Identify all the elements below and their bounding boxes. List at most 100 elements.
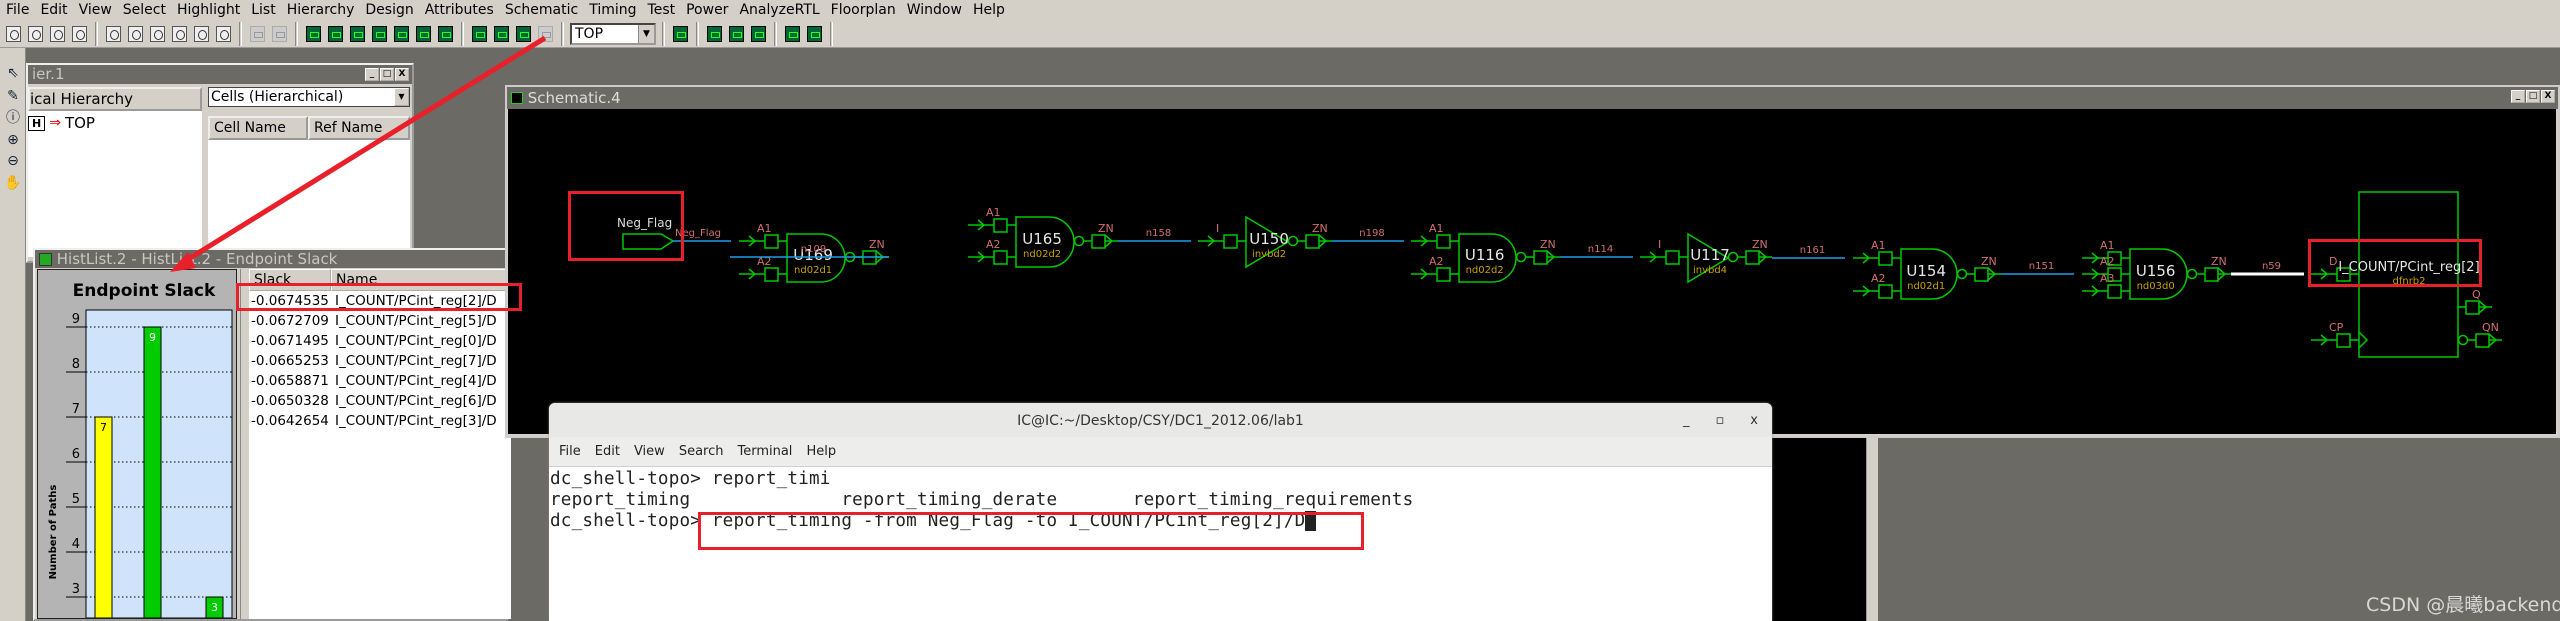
pin-box[interactable]: [764, 234, 779, 249]
zoom-box-icon[interactable]: [192, 24, 211, 44]
menu-list[interactable]: List: [245, 2, 280, 18]
hand-zoom-icon[interactable]: [170, 24, 189, 44]
pin-box[interactable]: [2475, 333, 2490, 348]
table-row[interactable]: -0.0650328 I_COUNT/PCint_reg[6]/D: [249, 391, 511, 411]
pin-box[interactable]: [1745, 250, 1760, 265]
properties-icon[interactable]: [70, 24, 89, 44]
maximize-button[interactable]: ▫: [1715, 403, 1724, 439]
table-row[interactable]: -0.0642654 I_COUNT/PCint_reg[3]/D: [249, 411, 511, 431]
select-box-icon[interactable]: [214, 24, 233, 44]
pin-box[interactable]: [1091, 234, 1106, 249]
table-row[interactable]: -0.0665253 I_COUNT/PCint_reg[7]/D: [249, 351, 511, 371]
schematic-fanin-icon[interactable]: [392, 24, 411, 44]
terminal-menu-help[interactable]: Help: [806, 437, 836, 466]
histlist-title-bar[interactable]: HistList.2 - HistList.2 - Endpoint Slack: [35, 250, 506, 268]
schematic-path-icon[interactable]: [370, 24, 389, 44]
pin-box[interactable]: [1436, 267, 1451, 282]
terminal-menu-edit[interactable]: Edit: [595, 437, 620, 466]
zoom-out-icon[interactable]: ⊖: [4, 152, 22, 170]
menu-timing[interactable]: Timing: [583, 2, 641, 18]
move-down-icon[interactable]: [248, 24, 267, 44]
cells-dropdown[interactable]: Cells (Hierarchical) ▼: [208, 87, 410, 107]
menu-power[interactable]: Power: [680, 2, 733, 18]
menu-floorplan[interactable]: Floorplan: [825, 2, 901, 18]
print-icon[interactable]: [48, 24, 67, 44]
endpoint-slack-histogram-icon[interactable]: [470, 24, 489, 44]
maximize-button[interactable]: □: [380, 68, 394, 81]
terminal-menu-terminal[interactable]: Terminal: [737, 437, 792, 466]
move-up-icon[interactable]: [270, 24, 289, 44]
terminal-menu-search[interactable]: Search: [679, 437, 724, 466]
pin-box[interactable]: [2204, 267, 2219, 282]
pin-box[interactable]: [2107, 284, 2122, 299]
new-schematic-icon[interactable]: [304, 24, 323, 44]
pin-box[interactable]: [993, 250, 1008, 265]
tree-header[interactable]: ical Hierarchy: [28, 87, 202, 111]
zoom-half-icon[interactable]: [148, 24, 167, 44]
pin-box[interactable]: [1878, 251, 1893, 266]
open-folder-icon[interactable]: [4, 24, 23, 44]
schematic-fan-icon[interactable]: [436, 24, 455, 44]
pin-box[interactable]: [1974, 267, 1989, 282]
menu-window[interactable]: Window: [901, 2, 967, 18]
pin-box[interactable]: [1305, 234, 1320, 249]
background-scrollbar[interactable]: [1866, 438, 1878, 621]
menu-schematic[interactable]: Schematic: [499, 2, 583, 18]
disabled-histogram-icon[interactable]: [536, 24, 555, 44]
timing-view-icon[interactable]: [727, 24, 746, 44]
menu-hierarchy[interactable]: Hierarchy: [281, 2, 360, 18]
pin-box[interactable]: [1223, 234, 1238, 249]
pin-box[interactable]: [1665, 250, 1680, 265]
column-header-cell-name[interactable]: Cell Name: [208, 116, 308, 140]
histogram-bar[interactable]: [94, 416, 113, 618]
zoom-in-icon[interactable]: ⊕: [4, 131, 22, 149]
minimize-button[interactable]: _: [365, 68, 379, 81]
pin-box[interactable]: [2336, 333, 2351, 348]
hierarchy-browser-icon[interactable]: [671, 24, 690, 44]
menu-edit[interactable]: Edit: [34, 2, 72, 18]
histogram-bar[interactable]: [143, 326, 162, 618]
close-button[interactable]: X: [2541, 90, 2555, 103]
menu-analyzertl[interactable]: AnalyzeRTL: [733, 2, 824, 18]
terminal-menu-view[interactable]: View: [634, 437, 665, 466]
tree-item-top[interactable]: H ⇒ TOP: [28, 111, 202, 135]
schematic-design-icon[interactable]: [348, 24, 367, 44]
table-row[interactable]: -0.0672709 I_COUNT/PCint_reg[5]/D: [249, 311, 511, 331]
pin-box[interactable]: [1878, 284, 1893, 299]
column-header-ref-name[interactable]: Ref Name: [308, 116, 410, 140]
minimize-button[interactable]: _: [2511, 90, 2525, 103]
back-icon[interactable]: [783, 24, 802, 44]
pane-splitter[interactable]: [240, 269, 246, 619]
pan-hand-icon[interactable]: ✋: [4, 174, 22, 192]
menu-attributes[interactable]: Attributes: [419, 2, 499, 18]
menu-test[interactable]: Test: [642, 2, 681, 18]
schematic-title-bar[interactable]: Schematic.4 _ □ X: [507, 87, 2558, 109]
menu-view[interactable]: View: [73, 2, 117, 18]
pin-box[interactable]: [993, 218, 1008, 233]
close-button[interactable]: x: [1750, 403, 1758, 439]
forward-icon[interactable]: [805, 24, 824, 44]
menu-highlight[interactable]: Highlight: [171, 2, 245, 18]
save-icon[interactable]: [26, 24, 45, 44]
zoom-2x-icon[interactable]: [126, 24, 145, 44]
pin-box[interactable]: [1436, 234, 1451, 249]
menu-file[interactable]: File: [0, 2, 34, 18]
pin-box[interactable]: [764, 267, 779, 282]
path-slack-histogram-icon[interactable]: [492, 24, 511, 44]
table-row[interactable]: -0.0658871 I_COUNT/PCint_reg[4]/D: [249, 371, 511, 391]
maximize-button[interactable]: □: [2526, 90, 2540, 103]
net-capacitance-histogram-icon[interactable]: [514, 24, 533, 44]
terminal-title-bar[interactable]: IC@IC:~/Desktop/CSY/DC1_2012.06/lab1 _ ▫ x: [549, 403, 1772, 437]
zoom-fit-icon[interactable]: [104, 24, 123, 44]
menu-help[interactable]: Help: [967, 2, 1010, 18]
schematic-canvas[interactable]: Neg_Flag A1 A2 ZN U169 nd02d1 A1 A2 ZN U165 nd02d2…: [508, 109, 2556, 434]
pin-box[interactable]: [1533, 250, 1548, 265]
info-icon[interactable]: ⓘ: [4, 109, 22, 127]
terminal-menu-file[interactable]: File: [559, 437, 581, 466]
minimize-button[interactable]: _: [1683, 403, 1690, 439]
pin-box[interactable]: [2465, 300, 2480, 315]
design-select[interactable]: TOP ▼: [570, 22, 656, 45]
hierarchy-window-title-bar[interactable]: ier.1 _ □ X: [28, 65, 412, 84]
table-row[interactable]: -0.0671495 I_COUNT/PCint_reg[0]/D: [249, 331, 511, 351]
pointer-icon[interactable]: ⇖: [4, 64, 22, 82]
